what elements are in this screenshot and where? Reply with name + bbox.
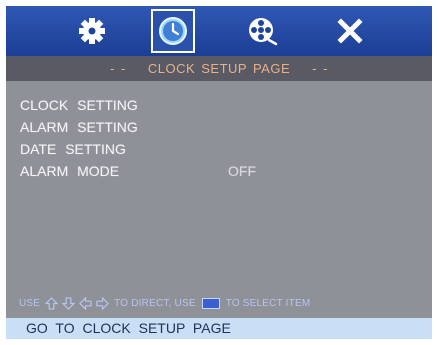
menu-item-clock-setting[interactable]: CLOCK SETTING (20, 94, 320, 116)
hint-text-to-select: TO SELECT ITEM (225, 297, 311, 309)
arrow-right-icon (96, 296, 110, 310)
settings-menu: CLOCK SETTING ALARM SETTING DATE SETTING… (20, 94, 320, 182)
tab-media[interactable] (240, 9, 284, 53)
clock-icon (159, 17, 187, 45)
icon-tab-bar (6, 6, 432, 56)
arrow-left-icon (79, 296, 92, 310)
menu-item-label: CLOCK SETTING (20, 97, 138, 113)
clock-setup-screen: - - CLOCK SETUP PAGE - - CLOCK SETTING A… (6, 6, 432, 339)
enter-key-icon (201, 297, 220, 309)
arrow-up-icon (45, 296, 59, 310)
tab-clock[interactable] (151, 9, 195, 53)
menu-item-label: ALARM SETTING (20, 119, 138, 135)
navigation-hint: USE TO DIRECT, USE TO SELECT ITEM (16, 294, 432, 312)
gear-icon (79, 18, 105, 44)
status-bar: GO TO CLOCK SETUP PAGE (6, 318, 432, 339)
alarm-mode-value: OFF (228, 163, 256, 179)
menu-item-alarm-setting[interactable]: ALARM SETTING (20, 116, 320, 138)
menu-item-alarm-mode[interactable]: ALARM MODE OFF (20, 160, 320, 182)
film-reel-icon (249, 18, 278, 46)
title-dash-right: - - (312, 61, 328, 76)
hint-text-use: USE (19, 297, 41, 309)
status-text: GO TO CLOCK SETUP PAGE (26, 320, 231, 336)
arrow-down-icon (62, 296, 76, 310)
menu-item-label: ALARM MODE (20, 163, 120, 179)
page-title-bar: - - CLOCK SETUP PAGE - - (6, 56, 432, 81)
menu-item-date-setting[interactable]: DATE SETTING (20, 138, 320, 160)
hint-text-to-direct: TO DIRECT, USE (114, 297, 196, 309)
close-icon (337, 18, 363, 44)
page-title: CLOCK SETUP PAGE (147, 61, 291, 76)
menu-item-label: DATE SETTING (20, 141, 126, 157)
tab-exit[interactable] (328, 9, 372, 53)
tab-settings[interactable] (70, 9, 114, 53)
title-dash-left: - - (110, 61, 126, 76)
